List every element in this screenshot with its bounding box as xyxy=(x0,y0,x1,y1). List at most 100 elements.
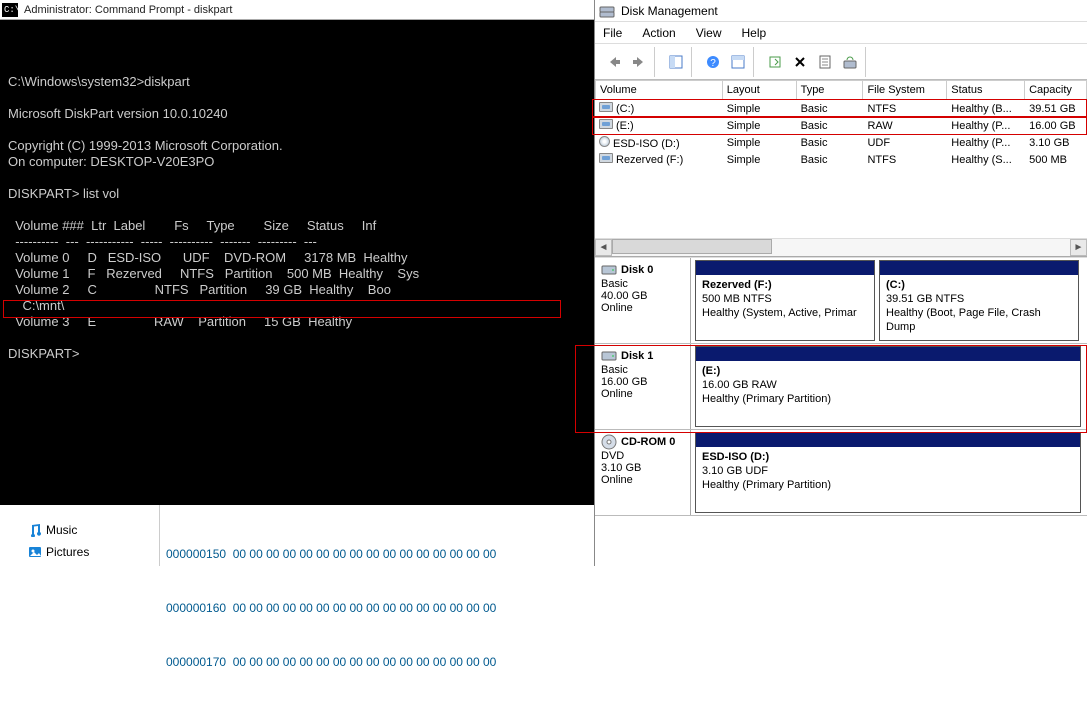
svg-text:?: ? xyxy=(710,58,716,69)
cmd-line xyxy=(8,170,586,186)
volume-row[interactable]: Rezerved (F:)SimpleBasicNTFSHealthy (S..… xyxy=(595,151,1087,168)
refresh-button[interactable] xyxy=(764,51,786,73)
nav-item-pictures[interactable]: Pictures xyxy=(0,541,159,563)
col-layout[interactable]: Layout xyxy=(723,80,797,100)
back-button[interactable] xyxy=(603,51,625,73)
help-icon: ? xyxy=(706,55,720,69)
cmd-line xyxy=(8,122,586,138)
drive-icon xyxy=(599,119,613,129)
hex-line: 000000170 00 00 00 00 00 00 00 00 00 00 … xyxy=(166,653,588,671)
rescan-button[interactable] xyxy=(839,51,861,73)
dm-title: Disk Management xyxy=(621,4,718,18)
volume-row[interactable]: (E:)SimpleBasicRAWHealthy (P...16.00 GB xyxy=(595,117,1087,134)
col-capacity[interactable]: Capacity xyxy=(1025,80,1087,100)
cmd-line: DISKPART> xyxy=(8,346,586,362)
disk-info[interactable]: CD-ROM 0 DVD3.10 GBOnline xyxy=(595,430,691,515)
command-prompt-window: C:\ Administrator: Command Prompt - disk… xyxy=(0,0,594,505)
cd-icon xyxy=(601,434,617,450)
properties-button[interactable] xyxy=(814,51,836,73)
partition-block[interactable]: ESD-ISO (D:)3.10 GB UDFHealthy (Primary … xyxy=(695,432,1081,513)
hex-line: 000000160 00 00 00 00 00 00 00 00 00 00 … xyxy=(166,599,588,617)
cmd-output[interactable]: C:\Windows\system32>diskpart Microsoft Di… xyxy=(0,20,594,416)
arrow-right-icon xyxy=(632,55,646,69)
partition-stripe: ESD-ISO (D:)3.10 GB UDFHealthy (Primary … xyxy=(691,430,1087,515)
scroll-left-button[interactable]: ◄ xyxy=(595,239,612,256)
lower-left-panel: Music Pictures 000000150 00 00 00 00 00 … xyxy=(0,505,594,566)
partition-block[interactable]: Rezerved (F:)500 MB NTFSHealthy (System,… xyxy=(695,260,875,341)
disk-row[interactable]: Disk 0 Basic40.00 GBOnline Rezerved (F:)… xyxy=(595,258,1087,344)
volume-list: Volume Layout Type File System Status Ca… xyxy=(595,80,1087,257)
disk-info[interactable]: Disk 1 Basic16.00 GBOnline xyxy=(595,344,691,429)
partition-stripe: (E:)16.00 GB RAWHealthy (Primary Partiti… xyxy=(691,344,1087,429)
partition-bar xyxy=(696,347,1080,361)
disk-graphical-panel: Disk 0 Basic40.00 GBOnline Rezerved (F:)… xyxy=(595,257,1087,516)
volume-row[interactable]: ESD-ISO (D:)SimpleBasicUDFHealthy (P...3… xyxy=(595,134,1087,151)
drive-icon xyxy=(601,348,617,364)
pictures-icon xyxy=(28,545,42,559)
cmd-line xyxy=(8,330,586,346)
menu-action[interactable]: Action xyxy=(642,26,675,40)
cmd-title: Administrator: Command Prompt - diskpart xyxy=(24,4,232,16)
cmd-line: C:\Windows\system32>diskpart xyxy=(8,74,586,90)
delete-button[interactable] xyxy=(789,51,811,73)
layout-icon xyxy=(731,55,745,69)
cmd-titlebar[interactable]: C:\ Administrator: Command Prompt - disk… xyxy=(0,0,594,20)
hex-viewer[interactable]: 000000150 00 00 00 00 00 00 00 00 00 00 … xyxy=(160,505,594,566)
horizontal-scrollbar[interactable]: ◄ ► xyxy=(595,238,1087,256)
drive-icon xyxy=(599,153,613,163)
scroll-right-button[interactable]: ► xyxy=(1070,239,1087,256)
col-status[interactable]: Status xyxy=(947,80,1025,100)
col-volume[interactable]: Volume xyxy=(595,80,723,100)
disk-row[interactable]: Disk 1 Basic16.00 GBOnline (E:)16.00 GB … xyxy=(595,344,1087,430)
cmd-line xyxy=(8,202,586,218)
partition-stripe: Rezerved (F:)500 MB NTFSHealthy (System,… xyxy=(691,258,1087,343)
volume-list-header[interactable]: Volume Layout Type File System Status Ca… xyxy=(595,80,1087,100)
properties-icon xyxy=(818,55,832,69)
nav-item-music[interactable]: Music xyxy=(0,519,159,541)
arrow-left-icon xyxy=(607,55,621,69)
drive-icon xyxy=(599,102,613,112)
scroll-track[interactable] xyxy=(612,239,1070,256)
disk-mgmt-icon xyxy=(599,3,615,19)
partition-block[interactable]: (E:)16.00 GB RAWHealthy (Primary Partiti… xyxy=(695,346,1081,427)
panel-icon xyxy=(669,55,683,69)
disk-row[interactable]: CD-ROM 0 DVD3.10 GBOnline ESD-ISO (D:)3.… xyxy=(595,430,1087,516)
menu-view[interactable]: View xyxy=(696,26,722,40)
cmd-line xyxy=(8,90,586,106)
cmd-line: Volume 2 C NTFS Partition 39 GB Healthy … xyxy=(8,282,586,298)
partition-block[interactable]: (C:)39.51 GB NTFSHealthy (Boot, Page Fil… xyxy=(879,260,1079,341)
volume-row[interactable]: (C:)SimpleBasicNTFSHealthy (B...39.51 GB xyxy=(595,100,1087,117)
cmd-line: Volume 0 D ESD-ISO UDF DVD-ROM 3178 MB H… xyxy=(8,250,586,266)
col-fs[interactable]: File System xyxy=(863,80,947,100)
cmd-line: Volume 3 E RAW Partition 15 GB Healthy xyxy=(8,314,586,330)
dm-menubar: File Action View Help xyxy=(595,22,1087,44)
cmd-line: ---------- --- ----------- ----- -------… xyxy=(8,234,586,250)
cmd-line: On computer: DESKTOP-V20E3PO xyxy=(8,154,586,170)
cmd-line: Microsoft DiskPart version 10.0.10240 xyxy=(8,106,586,122)
help-button[interactable]: ? xyxy=(702,51,724,73)
view-top-button[interactable] xyxy=(727,51,749,73)
music-icon xyxy=(28,523,42,537)
disk-info[interactable]: Disk 0 Basic40.00 GBOnline xyxy=(595,258,691,343)
partition-bar xyxy=(696,433,1080,447)
cmd-icon: C:\ xyxy=(2,3,18,17)
cmd-line: Volume ### Ltr Label Fs Type Size Status… xyxy=(8,218,586,234)
dm-titlebar[interactable]: Disk Management xyxy=(595,0,1087,22)
cmd-line: Volume 1 F Rezerved NTFS Partition 500 M… xyxy=(8,266,586,282)
nav-tree[interactable]: Music Pictures xyxy=(0,505,160,566)
partition-bar xyxy=(880,261,1078,275)
refresh-icon xyxy=(768,55,782,69)
cmd-line: Copyright (C) 1999-2013 Microsoft Corpor… xyxy=(8,138,586,154)
cmd-line: DISKPART> list vol xyxy=(8,186,586,202)
show-hide-button[interactable] xyxy=(665,51,687,73)
dm-toolbar: ? xyxy=(595,44,1087,80)
forward-button[interactable] xyxy=(628,51,650,73)
col-type[interactable]: Type xyxy=(797,80,864,100)
close-icon xyxy=(793,55,807,69)
menu-help[interactable]: Help xyxy=(742,26,767,40)
partition-bar xyxy=(696,261,874,275)
nav-label: Music xyxy=(46,523,77,537)
scroll-thumb[interactable] xyxy=(612,239,772,254)
menu-file[interactable]: File xyxy=(603,26,622,40)
cd-icon xyxy=(599,136,610,147)
